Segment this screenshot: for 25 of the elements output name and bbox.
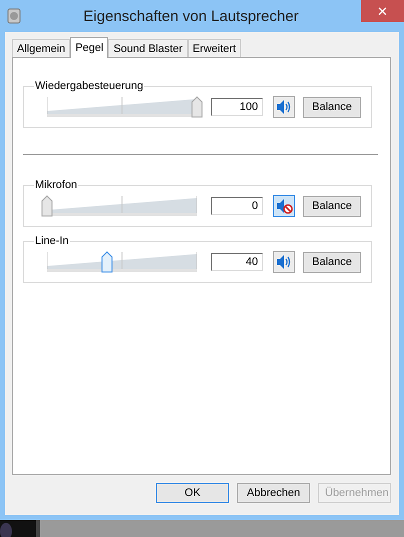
tab[interactable]: Pegel [70,37,108,58]
dialog-button[interactable]: OK [156,483,229,503]
window-title: Eigenschaften von Lautsprecher [82,8,300,24]
balance-button[interactable]: Balance [303,96,361,118]
slider-thumb[interactable] [41,195,53,217]
group-label: Wiedergabesteuerung [34,80,144,92]
speaker-button[interactable] [273,195,295,217]
close-button[interactable]: ✕ [361,0,404,22]
value-field[interactable]: 0 [211,197,263,215]
speaker-button[interactable] [273,251,295,273]
group-label: Mikrofon [34,179,78,191]
slider-track-icon [47,252,197,272]
dialog-button[interactable]: Abbrechen [237,483,310,503]
slider-thumb[interactable] [191,96,203,118]
tab[interactable]: Erweitert [188,39,241,57]
value-field[interactable]: 100 [211,98,263,116]
slider-thumb[interactable] [101,251,113,273]
value-field[interactable]: 40 [211,253,263,271]
tab[interactable]: Allgemein [12,39,70,57]
balance-button[interactable]: Balance [303,196,361,216]
muted-speaker-icon [275,198,293,214]
group-label: Line-In [34,235,70,247]
speaker-button[interactable] [273,96,295,118]
balance-button[interactable]: Balance [303,252,361,272]
tab[interactable]: Sound Blaster [108,39,188,57]
